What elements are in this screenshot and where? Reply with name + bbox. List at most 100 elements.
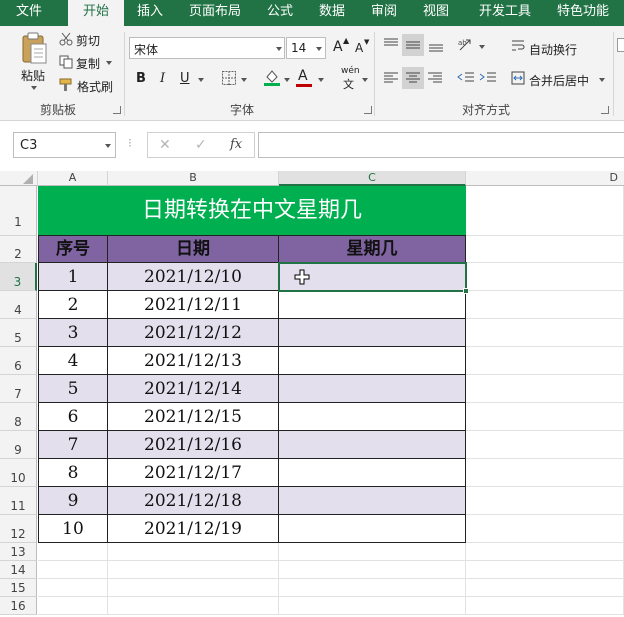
cell-date[interactable]: 2021/12/13 [108, 347, 279, 375]
cell[interactable] [466, 515, 624, 543]
row-header-7[interactable]: 7 [0, 375, 37, 403]
row-header-16[interactable]: 16 [0, 597, 37, 615]
paste-dropdown-icon[interactable] [31, 86, 37, 90]
cell-number[interactable]: 6 [38, 403, 108, 431]
cell-weekday[interactable] [279, 375, 466, 403]
row-header-3[interactable]: 3 [0, 263, 37, 291]
fill-color-dropdown-icon[interactable] [284, 78, 290, 82]
cell-number[interactable]: 5 [38, 375, 108, 403]
border-icon[interactable] [221, 70, 237, 89]
cell-date[interactable]: 2021/12/18 [108, 487, 279, 515]
phonetic-guide-button[interactable]: wén [341, 66, 360, 76]
cell[interactable] [108, 579, 279, 597]
row-header-13[interactable]: 13 [0, 543, 37, 561]
row-header-4[interactable]: 4 [0, 291, 37, 319]
table-title-cell[interactable]: 日期转换在中文星期几 [38, 186, 466, 236]
cancel-button[interactable]: ✕ [159, 137, 171, 153]
cell[interactable] [279, 543, 466, 561]
tab-page-layout[interactable]: 页面布局 [184, 0, 246, 26]
cell-weekday[interactable] [279, 515, 466, 543]
cell[interactable] [279, 561, 466, 579]
row-header-11[interactable]: 11 [0, 487, 37, 515]
cell-number[interactable]: 4 [38, 347, 108, 375]
cell[interactable] [466, 263, 624, 291]
border-dropdown-icon[interactable] [241, 78, 247, 82]
tab-insert[interactable]: 插入 [132, 0, 168, 26]
cell-weekday[interactable] [279, 319, 466, 347]
insert-function-button[interactable]: fx [230, 137, 242, 152]
enter-button[interactable]: ✓ [195, 137, 207, 153]
cell[interactable] [466, 431, 624, 459]
cell[interactable] [38, 561, 108, 579]
cell[interactable] [466, 561, 624, 579]
decrease-indent-icon[interactable] [457, 71, 475, 88]
row-header-8[interactable]: 8 [0, 403, 37, 431]
cell[interactable] [466, 579, 624, 597]
cell-number[interactable]: 9 [38, 487, 108, 515]
cell-date[interactable]: 2021/12/14 [108, 375, 279, 403]
cell-number[interactable]: 1 [38, 263, 108, 291]
cell-weekday[interactable] [279, 431, 466, 459]
paste-icon[interactable] [20, 32, 48, 66]
cell[interactable] [38, 579, 108, 597]
cell[interactable] [38, 543, 108, 561]
fill-handle[interactable] [463, 288, 469, 294]
header-cell-weekday[interactable]: 星期几 [279, 236, 466, 263]
alignment-launcher-icon[interactable] [601, 106, 609, 114]
font-size-select[interactable]: 14 [286, 37, 326, 59]
cell[interactable] [466, 459, 624, 487]
clipboard-launcher-icon[interactable] [113, 106, 121, 114]
wrap-text-button[interactable]: 自动换行 [529, 41, 577, 58]
cell-number[interactable]: 8 [38, 459, 108, 487]
cell-number[interactable]: 10 [38, 515, 108, 543]
name-box[interactable]: C3 [13, 132, 116, 158]
cell[interactable] [279, 579, 466, 597]
align-right-icon[interactable] [427, 71, 443, 88]
cell[interactable] [466, 543, 624, 561]
merge-center-button[interactable]: 合并后居中 [529, 72, 589, 89]
tab-view[interactable]: 视图 [418, 0, 454, 26]
font-name-select[interactable]: 宋体 [129, 37, 285, 59]
cell[interactable] [466, 319, 624, 347]
tab-data[interactable]: 数据 [314, 0, 350, 26]
cell[interactable] [466, 403, 624, 431]
paste-button[interactable]: 粘贴 [21, 67, 45, 84]
cell[interactable] [108, 543, 279, 561]
tab-home[interactable]: 开始 [68, 0, 124, 26]
cell[interactable] [108, 597, 279, 615]
font-color-button[interactable]: A [298, 68, 308, 84]
cell-date[interactable]: 2021/12/16 [108, 431, 279, 459]
cell[interactable] [108, 561, 279, 579]
tab-developer[interactable]: 开发工具 [474, 0, 536, 26]
cell[interactable] [38, 597, 108, 615]
align-middle-icon[interactable] [402, 34, 424, 56]
header-cell-date[interactable]: 日期 [108, 236, 279, 263]
tab-file[interactable]: 文件 [10, 0, 48, 26]
cell-date[interactable]: 2021/12/17 [108, 459, 279, 487]
cell[interactable] [466, 375, 624, 403]
cell-weekday[interactable] [279, 291, 466, 319]
cell-date[interactable]: 2021/12/15 [108, 403, 279, 431]
column-header-a[interactable]: A [38, 171, 108, 186]
row-header-6[interactable]: 6 [0, 347, 37, 375]
underline-button[interactable]: U [180, 71, 190, 86]
merge-dropdown-icon[interactable] [599, 78, 605, 82]
cell[interactable] [466, 597, 624, 615]
header-cell-number[interactable]: 序号 [38, 236, 108, 263]
cell-date[interactable]: 2021/12/11 [108, 291, 279, 319]
column-header-d[interactable]: D [466, 171, 624, 186]
cell-date[interactable]: 2021/12/19 [108, 515, 279, 543]
cell-number[interactable]: 3 [38, 319, 108, 347]
italic-button[interactable]: I [160, 71, 165, 86]
underline-dropdown-icon[interactable] [198, 78, 204, 82]
align-center-icon[interactable] [402, 67, 424, 89]
tab-formulas[interactable]: 公式 [262, 0, 298, 26]
column-header-c[interactable]: C [279, 171, 466, 186]
select-all-corner[interactable] [0, 171, 38, 186]
row-header-2[interactable]: 2 [0, 236, 37, 263]
cell-date[interactable]: 2021/12/10 [108, 263, 279, 291]
cell[interactable] [466, 291, 624, 319]
cut-button[interactable]: 剪切 [76, 32, 100, 49]
increase-font-size-button[interactable]: A [333, 39, 343, 55]
copy-button[interactable]: 复制 [76, 55, 100, 72]
